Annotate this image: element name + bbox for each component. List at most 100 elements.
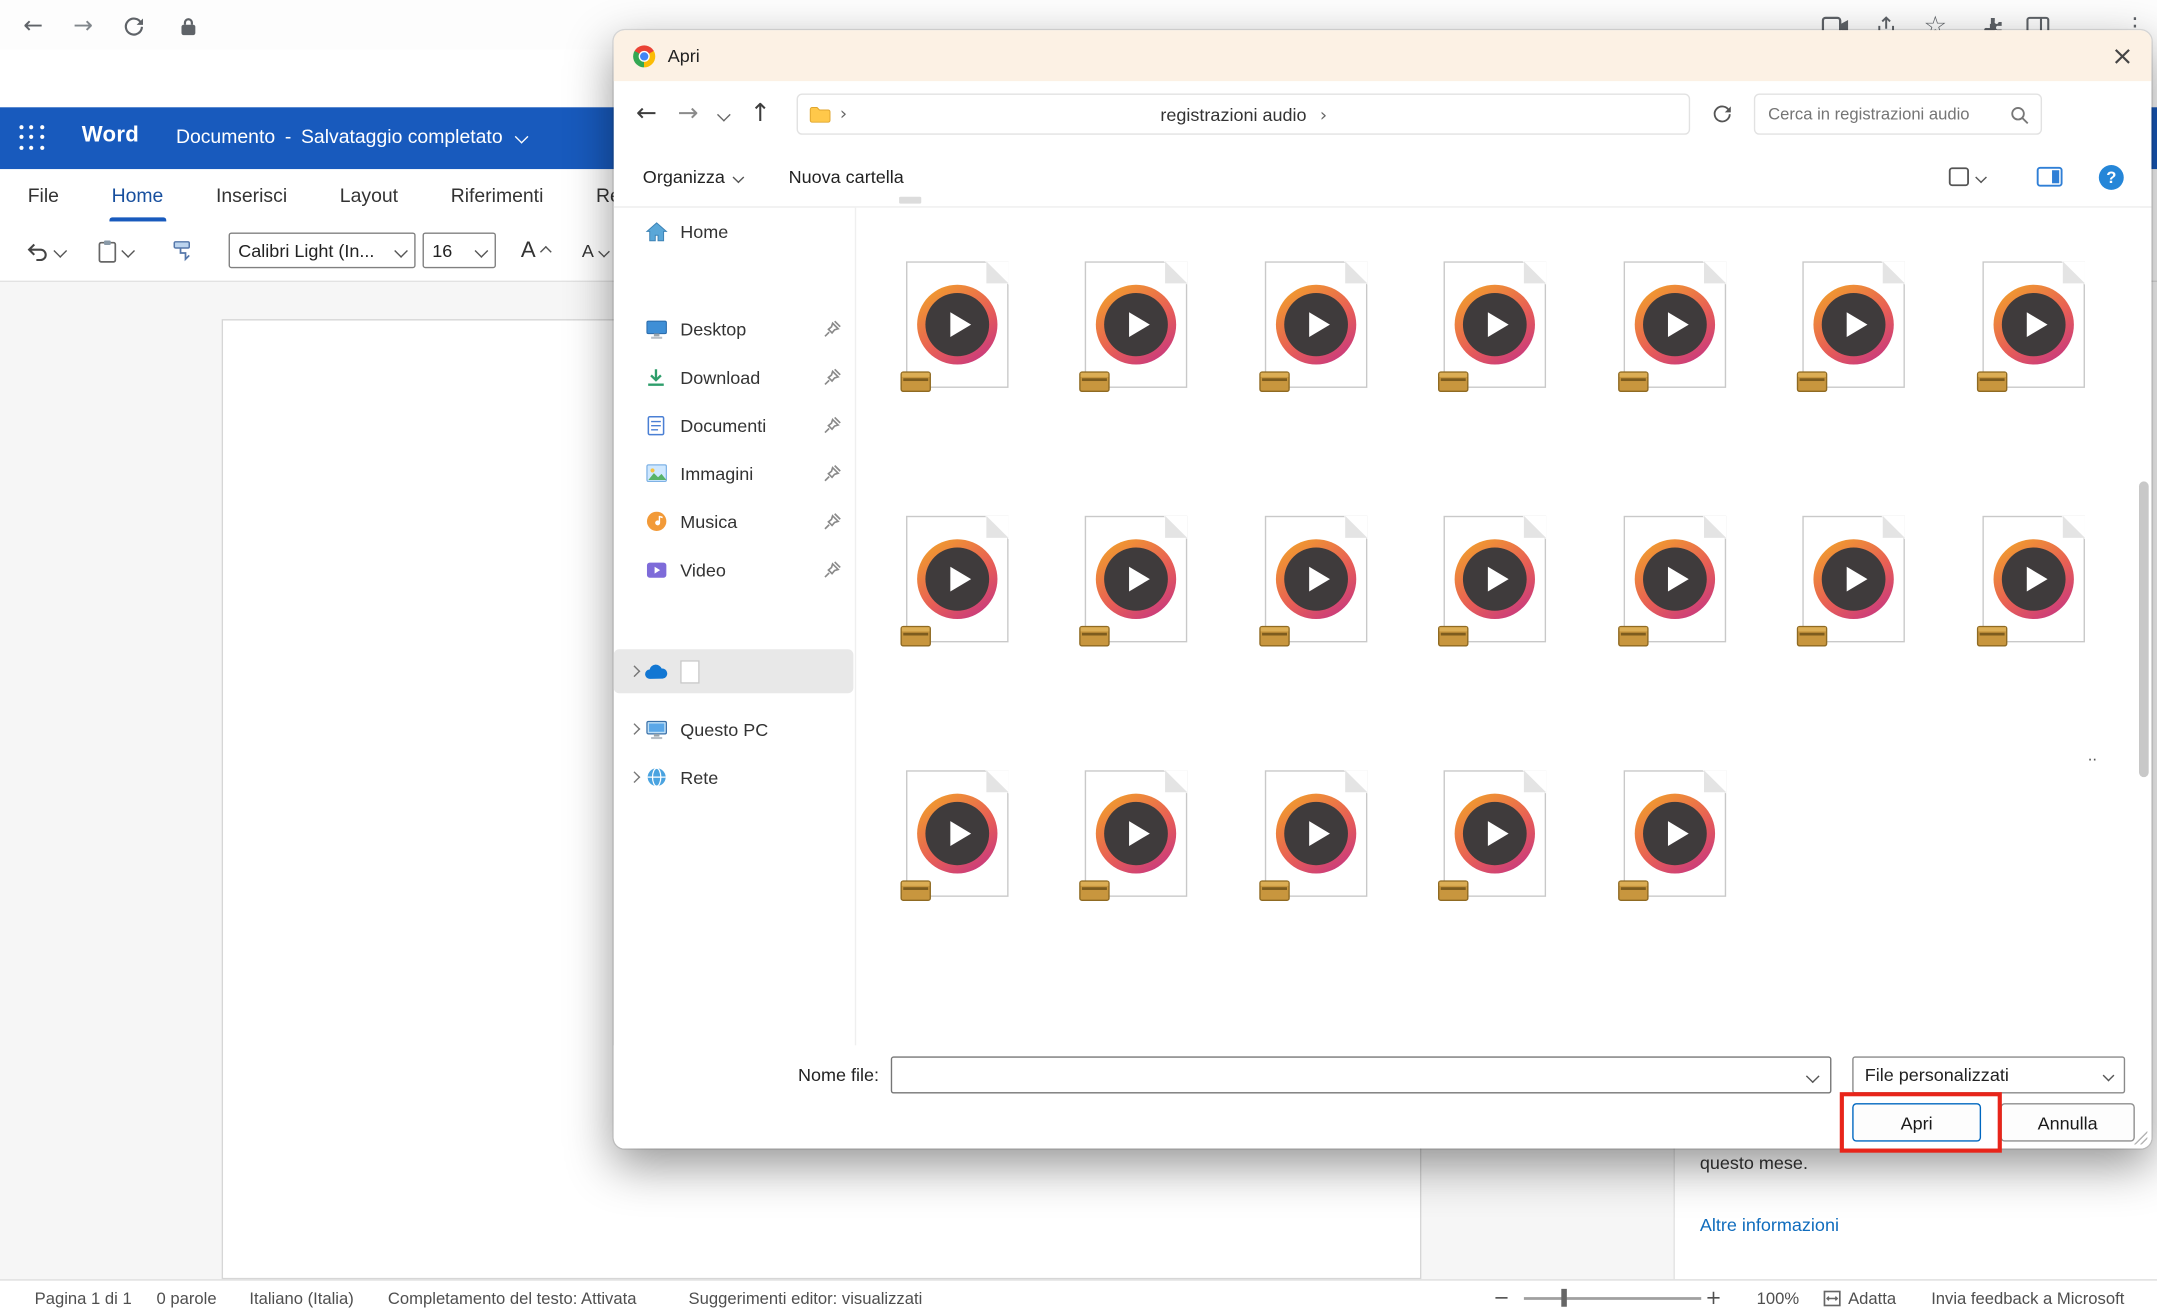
- play-badge-icon: [1276, 539, 1356, 619]
- play-badge-icon: [1455, 285, 1535, 365]
- zoom-out-button[interactable]: −: [1493, 1289, 1509, 1308]
- zoom-slider[interactable]: [1524, 1297, 1701, 1300]
- sidebar-item-immagini[interactable]: Immagini: [614, 453, 854, 494]
- audio-file-item[interactable]: [1585, 516, 1764, 670]
- breadcrumb-folder[interactable]: registrazioni audio ›: [798, 104, 1689, 125]
- audio-file-item[interactable]: [1764, 261, 1943, 415]
- sidebar-item-documenti[interactable]: Documenti: [614, 404, 854, 445]
- sidebar-item-desktop[interactable]: Desktop: [614, 308, 854, 349]
- fit-icon: [1823, 1290, 1841, 1307]
- dialog-titlebar[interactable]: Apri ×: [614, 30, 2152, 81]
- word-logo[interactable]: Word: [82, 124, 139, 149]
- sidebar-item-home[interactable]: Home: [614, 210, 854, 251]
- audio-file-item[interactable]: [1405, 261, 1584, 415]
- filetype-select[interactable]: File personalizzati: [1852, 1056, 2125, 1093]
- audio-file-item[interactable]: [1047, 770, 1226, 924]
- audio-file-item[interactable]: [867, 516, 1046, 670]
- browser-reload-icon[interactable]: [114, 7, 153, 46]
- preview-pane-button[interactable]: [2036, 166, 2062, 187]
- file-page-icon: [906, 516, 1009, 643]
- audio-file-item[interactable]: [1944, 516, 2123, 670]
- status-language[interactable]: Italiano (Italia): [249, 1289, 353, 1308]
- new-folder-button[interactable]: Nuova cartella: [789, 166, 904, 187]
- filename-combobox[interactable]: [891, 1056, 1832, 1093]
- view-mode-button[interactable]: [1948, 166, 1985, 187]
- tab-riferimenti[interactable]: Riferimenti: [448, 169, 546, 221]
- audio-file-item[interactable]: [867, 261, 1046, 415]
- dialog-nav-bar: ← → ↑ › registrazioni audio ›: [614, 81, 2152, 147]
- tab-layout[interactable]: Layout: [337, 169, 401, 221]
- sidebar-item-onedrive[interactable]: [614, 649, 854, 693]
- zoom-level[interactable]: 100%: [1757, 1289, 1800, 1308]
- tab-home[interactable]: Home: [109, 169, 166, 221]
- audio-file-item[interactable]: [1226, 261, 1405, 415]
- status-page-count[interactable]: Pagina 1 di 1: [35, 1289, 132, 1308]
- document-title[interactable]: Documento - Salvataggio completato: [176, 125, 526, 147]
- status-editor-suggestions[interactable]: Suggerimenti editor: visualizzati: [689, 1289, 923, 1308]
- file-page-icon: [1085, 516, 1188, 643]
- status-word-count[interactable]: 0 parole: [157, 1289, 217, 1308]
- nav-forward-icon[interactable]: →: [678, 102, 699, 127]
- nav-up-icon[interactable]: ↑: [750, 102, 771, 127]
- sidebar-item-download[interactable]: Download: [614, 356, 854, 397]
- fit-width-button[interactable]: Adatta: [1823, 1289, 1896, 1308]
- audio-file-item[interactable]: [1944, 261, 2123, 415]
- grow-font-button[interactable]: A: [521, 232, 550, 269]
- format-painter-icon[interactable]: [172, 232, 197, 269]
- font-size-select[interactable]: 16: [423, 232, 496, 268]
- zoom-slider-thumb[interactable]: [1561, 1289, 1567, 1307]
- audio-file-item[interactable]: [1585, 261, 1764, 415]
- page-fold: [986, 261, 1008, 283]
- browser-forward-icon[interactable]: →: [64, 7, 103, 46]
- site-info-lock-icon[interactable]: [169, 7, 208, 46]
- download-icon: [644, 365, 668, 388]
- status-text-completion[interactable]: Completamento del testo: Attivata: [388, 1289, 637, 1308]
- audio-file-item[interactable]: [1764, 516, 1943, 670]
- audio-file-item[interactable]: [1585, 770, 1764, 924]
- address-breadcrumb[interactable]: › registrazioni audio ›: [797, 94, 1691, 135]
- audio-file-item[interactable]: [1047, 516, 1226, 670]
- paste-button[interactable]: [97, 232, 133, 269]
- refresh-icon[interactable]: [1711, 103, 1733, 125]
- zoom-in-button[interactable]: +: [1705, 1289, 1721, 1308]
- undo-button[interactable]: [25, 232, 65, 269]
- audio-file-item[interactable]: [1405, 770, 1584, 924]
- cancel-button[interactable]: Annulla: [2000, 1103, 2134, 1142]
- font-family-select[interactable]: Calibri Light (In...: [229, 232, 416, 268]
- this-pc-icon: [644, 717, 668, 740]
- dialog-scrollbar-thumb[interactable]: [2139, 481, 2149, 777]
- filename-input[interactable]: [892, 1058, 1795, 1090]
- sidebar-item-video[interactable]: Video: [614, 549, 854, 590]
- shrink-font-button[interactable]: A: [582, 232, 608, 269]
- organize-button[interactable]: Organizza: [643, 166, 743, 187]
- sidebar-item-musica[interactable]: Musica: [614, 501, 854, 542]
- dialog-close-icon[interactable]: ×: [2102, 36, 2144, 77]
- page-fold: [1165, 516, 1187, 538]
- tab-inserisci[interactable]: Inserisci: [213, 169, 290, 221]
- app-overlay-icon: [1080, 626, 1110, 647]
- screen: ← → ☆ ⋮ Word Documento - Salvataggio com…: [0, 0, 2157, 1315]
- feedback-link[interactable]: Invia feedback a Microsoft: [1931, 1289, 2124, 1308]
- audio-file-item[interactable]: [1405, 516, 1584, 670]
- audio-file-item[interactable]: [1226, 516, 1405, 670]
- page-fold: [1704, 770, 1726, 792]
- page-fold: [1524, 770, 1546, 792]
- resize-grip[interactable]: [2132, 1129, 2147, 1144]
- browser-back-icon[interactable]: ←: [14, 7, 53, 46]
- sidebar-item-questo-pc[interactable]: Questo PC: [614, 708, 854, 749]
- play-badge-icon: [1634, 794, 1714, 874]
- more-info-link[interactable]: Altre informazioni: [1700, 1215, 1839, 1236]
- play-badge-icon: [1455, 794, 1535, 874]
- sidebar-item-rete[interactable]: Rete: [614, 757, 854, 798]
- audio-file-item[interactable]: [1047, 261, 1226, 415]
- nav-back-icon[interactable]: ←: [636, 102, 657, 127]
- audio-file-item[interactable]: [1226, 770, 1405, 924]
- dialog-search-box[interactable]: [1754, 94, 2042, 135]
- tab-file[interactable]: File: [25, 169, 62, 221]
- search-input[interactable]: [1756, 105, 2004, 124]
- nav-recent-chevron-icon[interactable]: [717, 107, 731, 121]
- help-icon[interactable]: ?: [2099, 164, 2124, 189]
- page-fold: [1524, 261, 1546, 283]
- audio-file-item[interactable]: [867, 770, 1046, 924]
- app-launcher-icon[interactable]: [19, 125, 45, 151]
